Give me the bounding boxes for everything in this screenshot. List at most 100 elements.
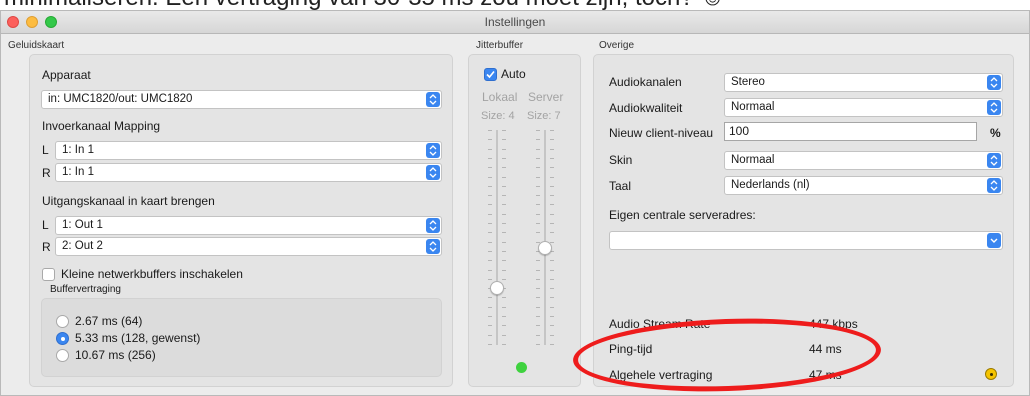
slider-tick (536, 214, 540, 215)
audio-quality-label: Audiokwaliteit (609, 101, 683, 115)
slider-tick (550, 279, 554, 280)
new-client-level-label: Nieuw client-niveau (609, 126, 714, 140)
slider-tick (550, 158, 554, 159)
output-r-select[interactable]: 2: Out 2 (55, 237, 442, 256)
slider-tick (550, 344, 554, 345)
small-buffers-checkbox[interactable] (42, 268, 55, 281)
slider-tick (550, 167, 554, 168)
slider-thumb[interactable] (490, 281, 504, 295)
slider-tick (502, 186, 506, 187)
slider-tick (550, 139, 554, 140)
slider-tick (536, 297, 540, 298)
slider-thumb[interactable] (538, 241, 552, 255)
slider-tick (502, 344, 506, 345)
slider-tick (502, 130, 506, 131)
slider-tick (502, 325, 506, 326)
slider-tick (536, 177, 540, 178)
buffer-option-radio[interactable] (56, 315, 69, 328)
slider-tick (488, 214, 492, 215)
server-jitter-slider[interactable] (533, 130, 557, 345)
up-down-chevron-icon (426, 165, 440, 180)
slider-tick (502, 158, 506, 159)
slider-tick (502, 232, 506, 233)
slider-tick (488, 260, 492, 261)
slider-tick (488, 242, 492, 243)
slider-tick (488, 195, 492, 196)
input-r-select[interactable]: 1: In 1 (55, 163, 442, 182)
output-l-select[interactable]: 1: Out 1 (55, 216, 442, 235)
slider-tick (502, 270, 506, 271)
chevron-down-icon[interactable] (987, 233, 1001, 248)
settings-window: Instellingen Geluidskaart Apparaat in: U… (0, 10, 1030, 396)
output-mapping-label: Uitgangskanaal in kaart brengen (42, 194, 215, 208)
slider-tick (502, 307, 506, 308)
up-down-chevron-icon (426, 239, 440, 254)
slider-tick (488, 130, 492, 131)
audio-quality-select[interactable]: Normaal (724, 98, 1003, 117)
language-select[interactable]: Nederlands (nl) (724, 176, 1003, 195)
slider-tick (550, 335, 554, 336)
slider-tick (488, 177, 492, 178)
soundcard-group: Apparaat in: UMC1820/out: UMC1820 Invoer… (29, 54, 453, 387)
buffer-option-radio[interactable] (56, 332, 69, 345)
slider-tick (502, 195, 506, 196)
slider-tick (488, 279, 492, 280)
slider-tick (488, 223, 492, 224)
slider-tick (488, 316, 492, 317)
language-label: Taal (609, 179, 632, 193)
device-select[interactable]: in: UMC1820/out: UMC1820 (41, 90, 442, 109)
soundcard-group-title: Geluidskaart (8, 40, 65, 51)
input-l-prefix: L (42, 143, 49, 157)
slider-tick (502, 149, 506, 150)
slider-tick (488, 297, 492, 298)
auto-checkbox[interactable] (484, 68, 497, 81)
slider-tick (536, 204, 540, 205)
central-server-combobox[interactable] (609, 231, 1003, 250)
new-client-level-input[interactable]: 100 (724, 122, 977, 141)
input-r-select-value: 1: In 1 (62, 166, 94, 178)
slider-tick (536, 195, 540, 196)
slider-tick (550, 204, 554, 205)
slider-tick (550, 297, 554, 298)
up-down-chevron-icon (426, 218, 440, 233)
up-down-chevron-icon (426, 92, 440, 107)
input-l-select-value: 1: In 1 (62, 144, 94, 156)
local-jitter-slider[interactable] (485, 130, 509, 345)
input-mapping-label: Invoerkanaal Mapping (42, 119, 161, 133)
slider-tick (550, 186, 554, 187)
slider-tick (502, 279, 506, 280)
slider-tick (488, 307, 492, 308)
audio-channels-value: Stereo (731, 76, 765, 88)
audio-quality-value: Normaal (731, 101, 775, 113)
title-bar: Instellingen (1, 11, 1029, 34)
slider-tick (502, 139, 506, 140)
slider-tick (536, 130, 540, 131)
slider-tick (488, 158, 492, 159)
slider-tick (536, 260, 540, 261)
slider-tick (536, 279, 540, 280)
slider-tick (502, 167, 506, 168)
small-buffers-label: Kleine netwerkbuffers inschakelen (61, 267, 243, 281)
server-label: Server (528, 90, 564, 104)
buffer-option-radio[interactable] (56, 349, 69, 362)
slider-tick (502, 335, 506, 336)
slider-tick (488, 167, 492, 168)
audio-channels-select[interactable]: Stereo (724, 73, 1003, 92)
slider-tick (536, 232, 540, 233)
input-l-select[interactable]: 1: In 1 (55, 141, 442, 160)
slider-tick (536, 167, 540, 168)
output-r-prefix: R (42, 240, 51, 254)
slider-tick (550, 214, 554, 215)
slider-tick (502, 177, 506, 178)
up-down-chevron-icon (987, 153, 1001, 168)
slider-tick (550, 223, 554, 224)
other-group-title: Overige (599, 40, 635, 51)
slider-tick (536, 325, 540, 326)
window-title: Instellingen (484, 15, 546, 29)
skin-label: Skin (609, 153, 633, 167)
skin-value: Normaal (731, 154, 775, 166)
slider-tick (550, 316, 554, 317)
status-led (516, 362, 527, 373)
skin-select[interactable]: Normaal (724, 151, 1003, 170)
slider-tick (502, 251, 506, 252)
